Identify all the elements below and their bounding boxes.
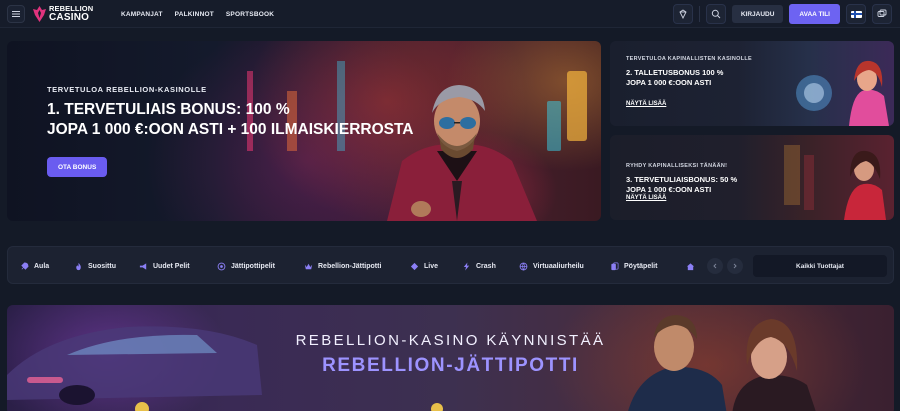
flame-icon: [76, 262, 81, 270]
finland-flag-icon: [850, 10, 862, 18]
brand-logo[interactable]: REBELLION CASINO: [33, 4, 93, 24]
category-label: Crash: [476, 262, 496, 270]
scroll-left-button[interactable]: [707, 258, 723, 274]
category-label: Live: [424, 262, 439, 270]
promo-kicker: TERVETULOA KAPINALLISTEN KASINOLLE: [626, 56, 753, 62]
promo-title-line2: JOPA 1 000 €:OON ASTI: [626, 185, 712, 195]
globe-icon: [519, 262, 528, 271]
banner-subheadline: REBELLION-JÄTTIPOTTI: [322, 355, 579, 376]
logo-line2: CASINO: [49, 11, 90, 23]
hero-banner[interactable]: TERVETULOA REBELLION-KASINOLLE 1. TERVET…: [7, 41, 601, 221]
category-jackpot-games[interactable]: Jättipottipelit: [217, 247, 275, 285]
top-header: REBELLION CASINO KAMPANJAT PALKINNOT SPO…: [0, 0, 900, 28]
promo-card-welcome-bonus[interactable]: RYHDY KAPINALLISEKSI TÄNÄÄN! 3. TERVETUL…: [610, 135, 894, 220]
live-icon: [410, 262, 419, 270]
category-label: Uudet Pelit: [153, 262, 190, 270]
promo-card-deposit-bonus[interactable]: TERVETULOA KAPINALLISTEN KASINOLLE 2. TA…: [610, 41, 894, 126]
house-icon: [686, 262, 695, 270]
search-icon: [711, 9, 721, 19]
category-rebellion-jackpot[interactable]: Rebellion-Jättipotti: [304, 247, 381, 285]
search-button[interactable]: [705, 4, 726, 24]
rewards-button[interactable]: [672, 4, 693, 24]
category-new-games[interactable]: Uudet Pelit: [139, 247, 190, 285]
bolt-icon: [463, 261, 470, 271]
game-category-bar: Aula Suosittu Uudet Pelit Jättipottipeli…: [7, 246, 894, 284]
category-label: Aula: [34, 262, 50, 270]
cards-icon: [611, 262, 619, 270]
category-lobby[interactable]: Aula: [20, 247, 49, 285]
nav-sportsbook[interactable]: SPORTSBOOK: [226, 11, 274, 18]
promo-title-line2: JOPA 1 000 €:OON ASTI: [626, 78, 712, 88]
claim-bonus-button[interactable]: OTA BONUS: [47, 157, 108, 177]
login-button[interactable]: KIRJAUDU: [731, 5, 784, 23]
category-crash[interactable]: Crash: [462, 247, 496, 285]
category-label: Pöytäpelit: [624, 262, 658, 270]
language-selector[interactable]: [846, 4, 866, 24]
category-popular[interactable]: Suosittu: [74, 247, 116, 285]
category-live[interactable]: Live: [410, 247, 438, 285]
promo-title-line1: 3. TERVETULIAISBONUS: 50 %: [626, 175, 738, 184]
all-providers-button[interactable]: Kaikki Tuottajat: [753, 255, 887, 277]
nav-campaigns[interactable]: KAMPANJAT: [121, 11, 163, 18]
category-label: Virtuaaliurheilu: [533, 262, 584, 270]
rocket-icon: [21, 262, 29, 270]
category-more[interactable]: [686, 247, 695, 285]
header-divider: [698, 6, 700, 22]
banner-headline: REBELLION-KASINO KÄYNNISTÄÄ: [295, 332, 606, 349]
signup-button[interactable]: AVAA TILI: [789, 4, 840, 24]
jackpot-banner[interactable]: REBELLION-KASINO KÄYNNISTÄÄ REBELLION-JÄ…: [7, 305, 894, 411]
header-actions: KIRJAUDU AVAA TILI: [672, 4, 892, 24]
promo-woman-illustration: [796, 60, 889, 126]
chat-button[interactable]: [872, 4, 892, 24]
category-label: Suosittu: [88, 262, 116, 270]
hero-title-line1: 1. TERVETULIAIS BONUS: 100 %: [47, 101, 290, 118]
megaphone-icon: [139, 262, 147, 270]
promo-title: 3. TERVETULIAISBONUS: 50 % JOPA 1 000 €:…: [626, 175, 786, 195]
menu-button[interactable]: [7, 5, 25, 23]
diamond-icon: [679, 9, 687, 19]
promo-title-line1: 2. TALLETUSBONUS 100 %: [626, 68, 724, 77]
category-label: Jättipottipelit: [231, 262, 275, 270]
promo-show-more-link[interactable]: NÄYTÄ LISÄÄ: [626, 195, 666, 201]
coin-stack-icon: [217, 262, 226, 270]
category-table-games[interactable]: Pöytäpelit: [610, 247, 657, 285]
chevron-right-icon: [733, 263, 737, 269]
hero-kicker: TERVETULOA REBELLION-KASINOLLE: [47, 85, 207, 94]
category-virtual-sports[interactable]: Virtuaaliurheilu: [519, 247, 584, 285]
hero-title-line2: JOPA 1 000 €:OON ASTI + 100 ILMAISKIERRO…: [47, 121, 414, 139]
rebellion-logo-icon: [33, 6, 46, 22]
scroll-right-button[interactable]: [727, 258, 743, 274]
promo-kicker: RYHDY KAPINALLISEKSI TÄNÄÄN!: [626, 163, 728, 169]
promo-show-more-link[interactable]: NÄYTÄ LISÄÄ: [626, 101, 666, 107]
hero-title: 1. TERVETULIAIS BONUS: 100 % JOPA 1 000 …: [47, 100, 507, 140]
hamburger-icon: [12, 11, 20, 17]
chevron-left-icon: [713, 263, 717, 269]
main-nav: KAMPANJAT PALKINNOT SPORTSBOOK: [121, 0, 274, 28]
chat-icon: [877, 9, 887, 17]
promo-woman-illustration: [784, 145, 886, 220]
category-label: Rebellion-Jättipotti: [318, 262, 382, 270]
nav-rewards[interactable]: PALKINNOT: [175, 11, 214, 18]
crown-icon: [304, 263, 313, 269]
promo-title: 2. TALLETUSBONUS 100 % JOPA 1 000 €:OON …: [626, 68, 786, 88]
